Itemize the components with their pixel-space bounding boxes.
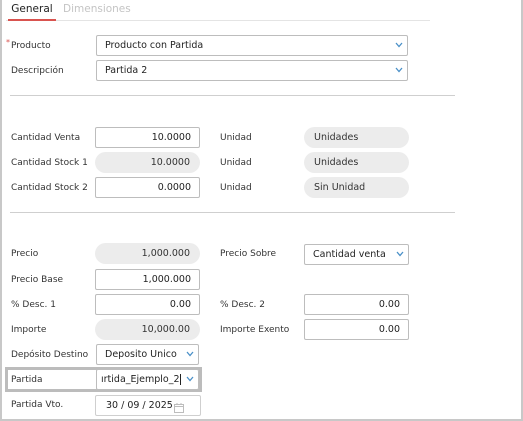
desc2-input[interactable]: 0.00 [304, 294, 409, 315]
chevron-down-icon [396, 251, 404, 257]
partida-vto-value: 30 / 09 / 2025 [106, 400, 173, 411]
calendar-icon[interactable] [174, 401, 184, 413]
precio-sobre-select[interactable]: Cantidad venta [304, 244, 409, 265]
section-divider [10, 95, 455, 96]
tab-bar: General Dimensiones [6, 2, 430, 21]
importe-exento-input[interactable]: 0.00 [304, 319, 409, 340]
cantidad-stock2-label: Cantidad Stock 2 [11, 183, 88, 193]
deposito-destino-select[interactable]: Deposito Unico [96, 344, 199, 365]
importe-exento-label: Importe Exento [220, 325, 290, 335]
section-divider [10, 212, 455, 213]
precio-base-label: Precio Base [11, 275, 64, 285]
cantidad-stock1-value: 10.0000 [95, 152, 200, 173]
deposito-destino-label: Depósito Destino [11, 350, 89, 360]
unidad-label: Unidad [220, 183, 252, 193]
precio-sobre-label: Precio Sobre [220, 249, 277, 259]
unidad-label: Unidad [220, 133, 252, 143]
importe-value: 10,000.00 [95, 319, 200, 340]
partida-select[interactable]: ırtida_Ejemplo_2 [96, 369, 199, 390]
precio-label: Precio [11, 249, 39, 259]
chevron-down-icon [186, 351, 194, 357]
descripcion-value: Partida 2 [105, 65, 148, 76]
partida-label: Partida [11, 375, 43, 385]
unidad-value: Unidades [304, 127, 409, 148]
partida-value: ırtida_Ejemplo_2 [101, 374, 180, 385]
chevron-down-icon [395, 67, 403, 73]
desc1-input[interactable]: 0.00 [95, 294, 200, 315]
tab-general[interactable]: General [8, 3, 56, 21]
cantidad-stock2-input[interactable]: 0.0000 [95, 177, 200, 198]
deposito-destino-value: Deposito Unico [105, 349, 177, 360]
producto-value: Producto con Partida [105, 40, 204, 51]
tab-dimensiones[interactable]: Dimensiones [63, 3, 131, 21]
cantidad-venta-label: Cantidad Venta [11, 133, 81, 143]
precio-sobre-value: Cantidad venta [313, 249, 386, 260]
partida-vto-label: Partida Vto. [11, 400, 64, 410]
descripcion-select[interactable]: Partida 2 [96, 60, 408, 81]
cantidad-stock1-label: Cantidad Stock 1 [11, 158, 88, 168]
desc1-label: % Desc. 1 [11, 300, 56, 310]
desc2-label: % Desc. 2 [220, 300, 265, 310]
cantidad-venta-input[interactable]: 10.0000 [95, 127, 200, 148]
unidad-label: Unidad [220, 158, 252, 168]
unidad-value: Unidades [304, 152, 409, 173]
partida-vto-date-input[interactable]: 30 / 09 / 2025 [95, 395, 201, 416]
importe-label: Importe [11, 325, 47, 335]
chevron-down-icon [395, 42, 403, 48]
producto-label: Producto [11, 41, 51, 51]
required-marker: * [6, 38, 10, 47]
descripcion-label: Descripción [11, 66, 64, 76]
precio-base-input[interactable]: 1,000.000 [95, 269, 200, 290]
text-cursor [179, 374, 181, 385]
chevron-down-icon [186, 376, 194, 382]
precio-value: 1,000.000 [95, 243, 200, 264]
unidad-value: Sin Unidad [304, 177, 409, 198]
producto-select[interactable]: Producto con Partida [96, 35, 408, 56]
